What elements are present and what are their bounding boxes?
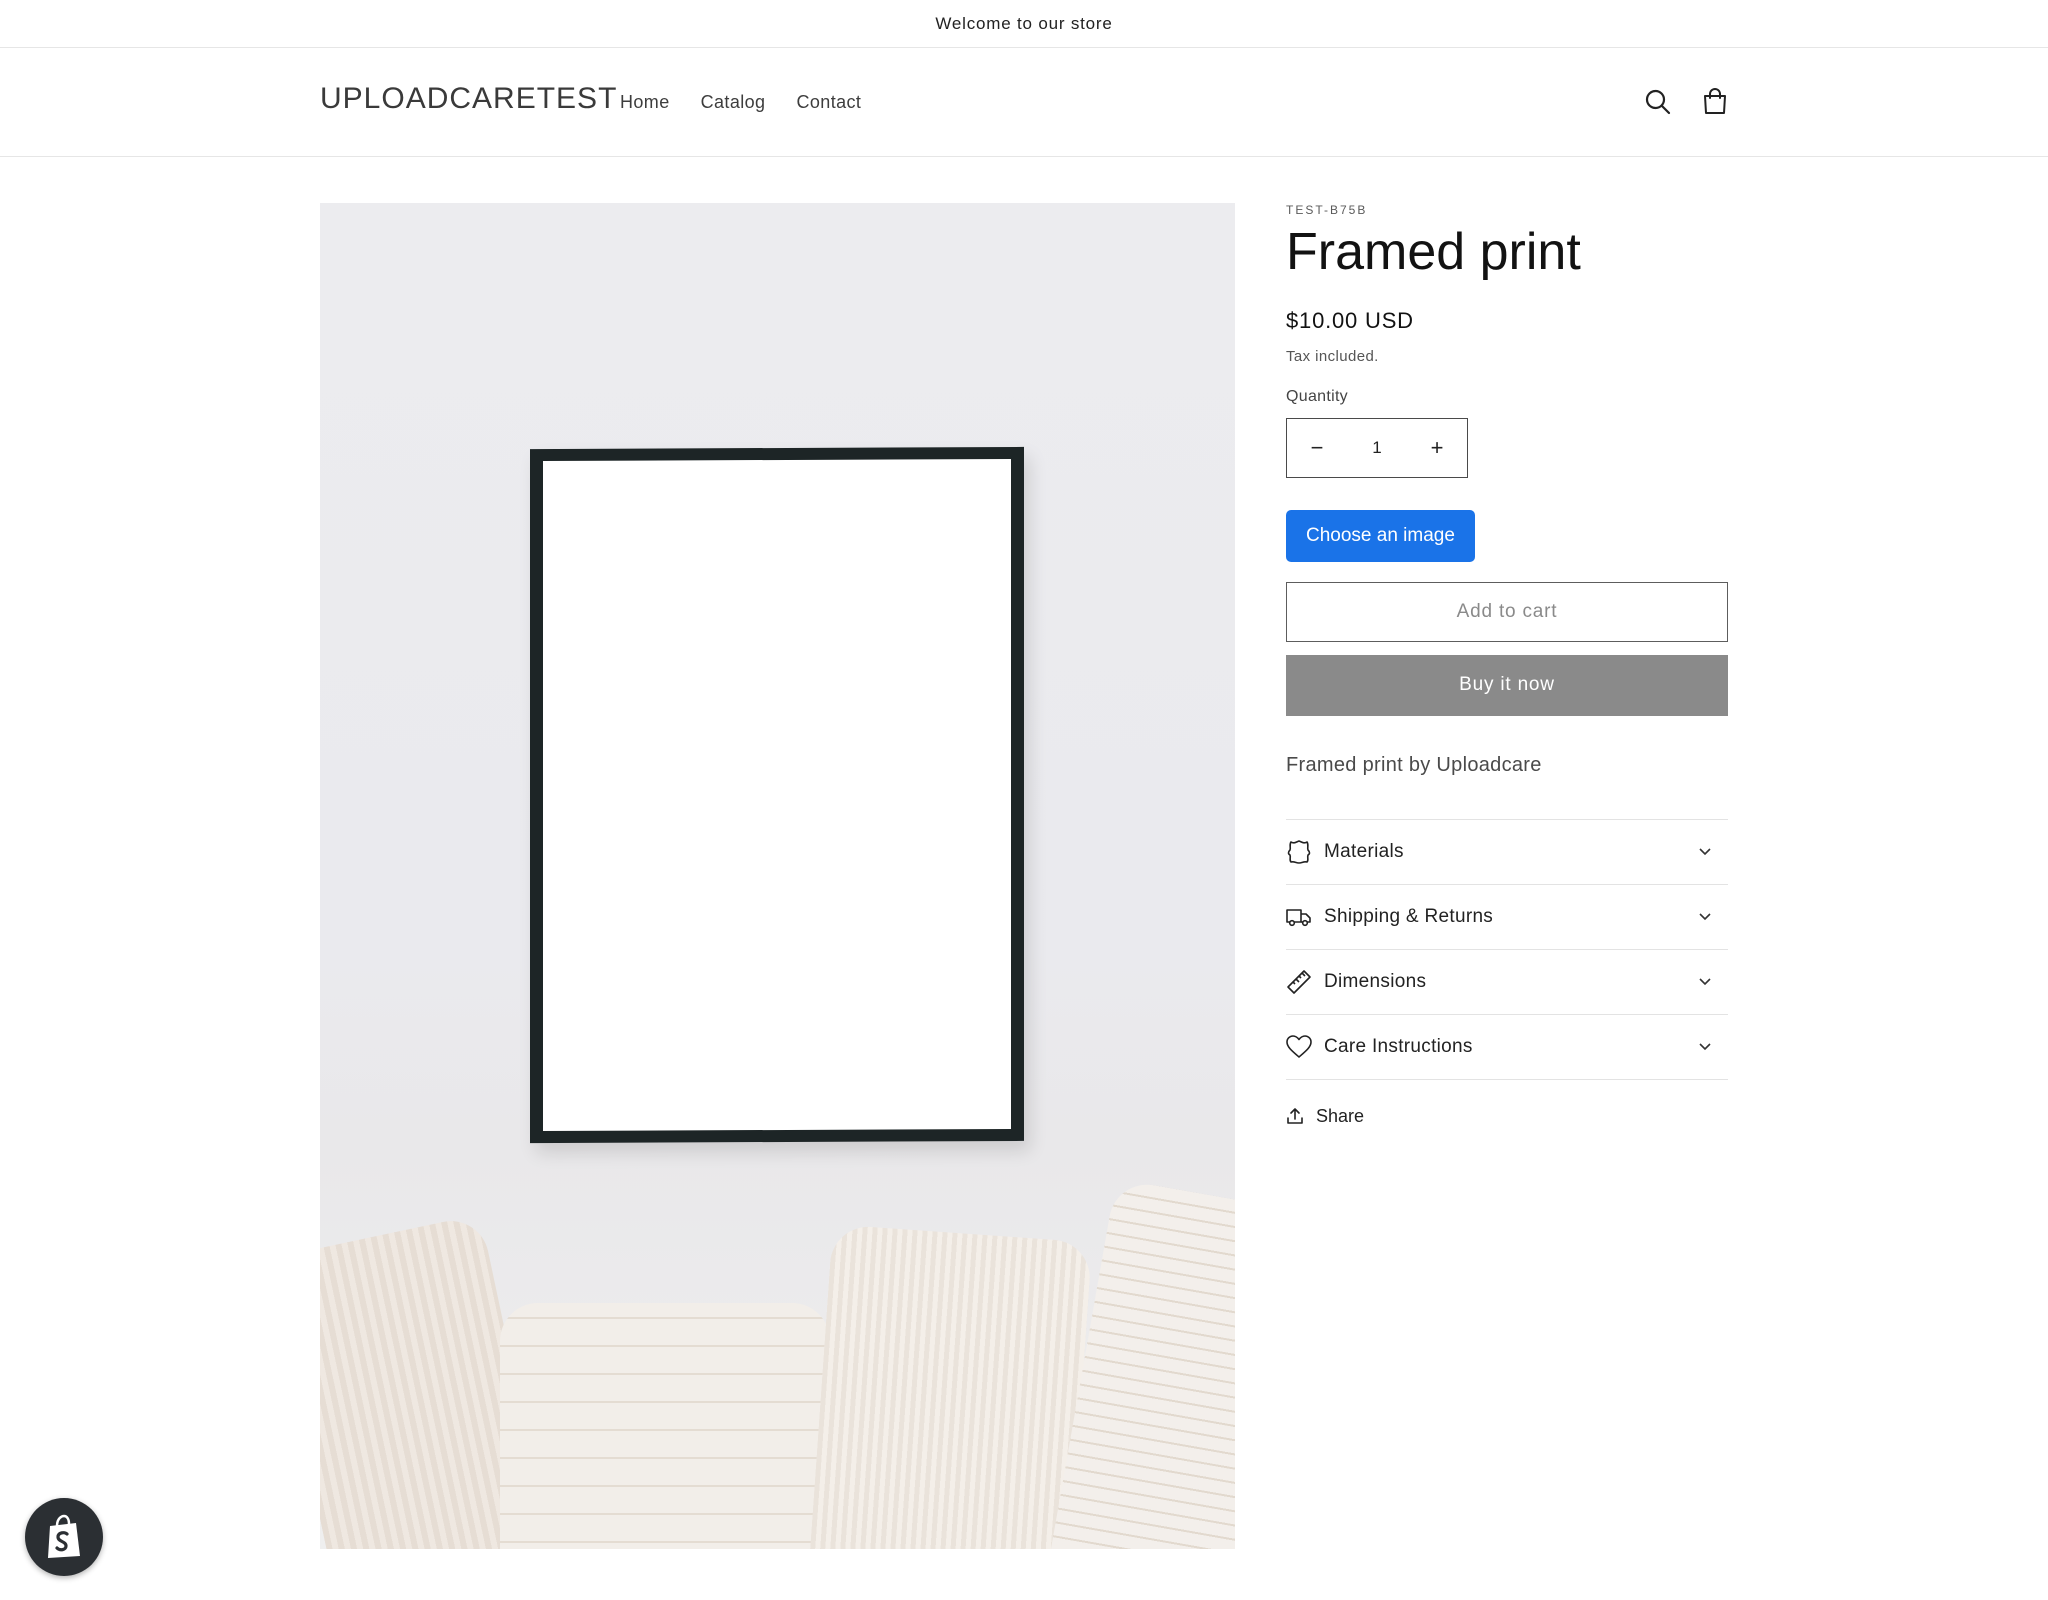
- puzzle-icon: [1286, 839, 1312, 865]
- product-title: Framed print: [1286, 223, 1581, 281]
- decrease-quantity-button[interactable]: −: [1287, 419, 1347, 477]
- product-image[interactable]: [320, 203, 1235, 1549]
- accordion-dimensions[interactable]: Dimensions: [1286, 950, 1728, 1015]
- accordion-label: Dimensions: [1324, 970, 1427, 992]
- pillow: [500, 1303, 830, 1549]
- tax-note: Tax included.: [1286, 347, 1379, 365]
- quantity-input[interactable]: 1: [1372, 438, 1381, 458]
- buy-it-now-button[interactable]: Buy it now: [1286, 654, 1728, 716]
- share-icon: [1287, 1108, 1303, 1124]
- product-accordion: Materials Shipping & Returns Dimensions …: [1286, 818, 1728, 1080]
- share-label: Share: [1316, 1105, 1365, 1126]
- accordion-label: Materials: [1324, 840, 1404, 862]
- product-info: TEST-B75B Framed print $10.00 USD Tax in…: [1286, 203, 1728, 1127]
- chevron-down-icon: [1699, 1043, 1711, 1050]
- accordion-label: Care Instructions: [1324, 1035, 1473, 1057]
- pillow: [807, 1224, 1093, 1549]
- add-to-cart-button[interactable]: Add to cart: [1286, 581, 1728, 642]
- chevron-down-icon: [1699, 978, 1711, 985]
- product-description: Framed print by Uploadcare: [1286, 753, 1542, 776]
- announcement-text: Welcome to our store: [935, 13, 1113, 33]
- picture-frame: [530, 446, 1024, 1144]
- site-header: UPLOADCARETEST Home Catalog Contact: [0, 48, 2048, 157]
- nav-home[interactable]: Home: [620, 92, 670, 113]
- ruler-icon: [1286, 969, 1312, 995]
- store-logo[interactable]: UPLOADCARETEST: [320, 82, 617, 116]
- quantity-label: Quantity: [1286, 387, 1348, 405]
- frame-blank-canvas: [543, 458, 1011, 1132]
- chevron-down-icon: [1699, 848, 1711, 855]
- truck-icon: [1286, 904, 1312, 930]
- main-nav: Home Catalog Contact: [620, 92, 861, 113]
- chevron-down-icon: [1699, 913, 1711, 920]
- search-icon[interactable]: [1641, 85, 1675, 119]
- accordion-shipping-returns[interactable]: Shipping & Returns: [1286, 885, 1728, 950]
- product-sku: TEST-B75B: [1286, 203, 1368, 217]
- accordion-materials[interactable]: Materials: [1286, 820, 1728, 885]
- announcement-bar: Welcome to our store: [0, 0, 2048, 48]
- cart-icon[interactable]: [1698, 85, 1732, 119]
- product-price: $10.00 USD: [1286, 307, 1414, 333]
- choose-image-button[interactable]: Choose an image: [1286, 509, 1475, 562]
- nav-catalog[interactable]: Catalog: [701, 92, 766, 113]
- nav-contact[interactable]: Contact: [796, 92, 861, 113]
- accordion-label: Shipping & Returns: [1324, 905, 1494, 927]
- shopify-bag-icon[interactable]: [25, 1498, 103, 1576]
- increase-quantity-button[interactable]: +: [1407, 419, 1467, 477]
- share-button[interactable]: Share: [1286, 1106, 1728, 1127]
- quantity-stepper: − 1 +: [1286, 417, 1468, 478]
- accordion-care-instructions[interactable]: Care Instructions: [1286, 1015, 1728, 1080]
- heart-icon: [1286, 1034, 1312, 1060]
